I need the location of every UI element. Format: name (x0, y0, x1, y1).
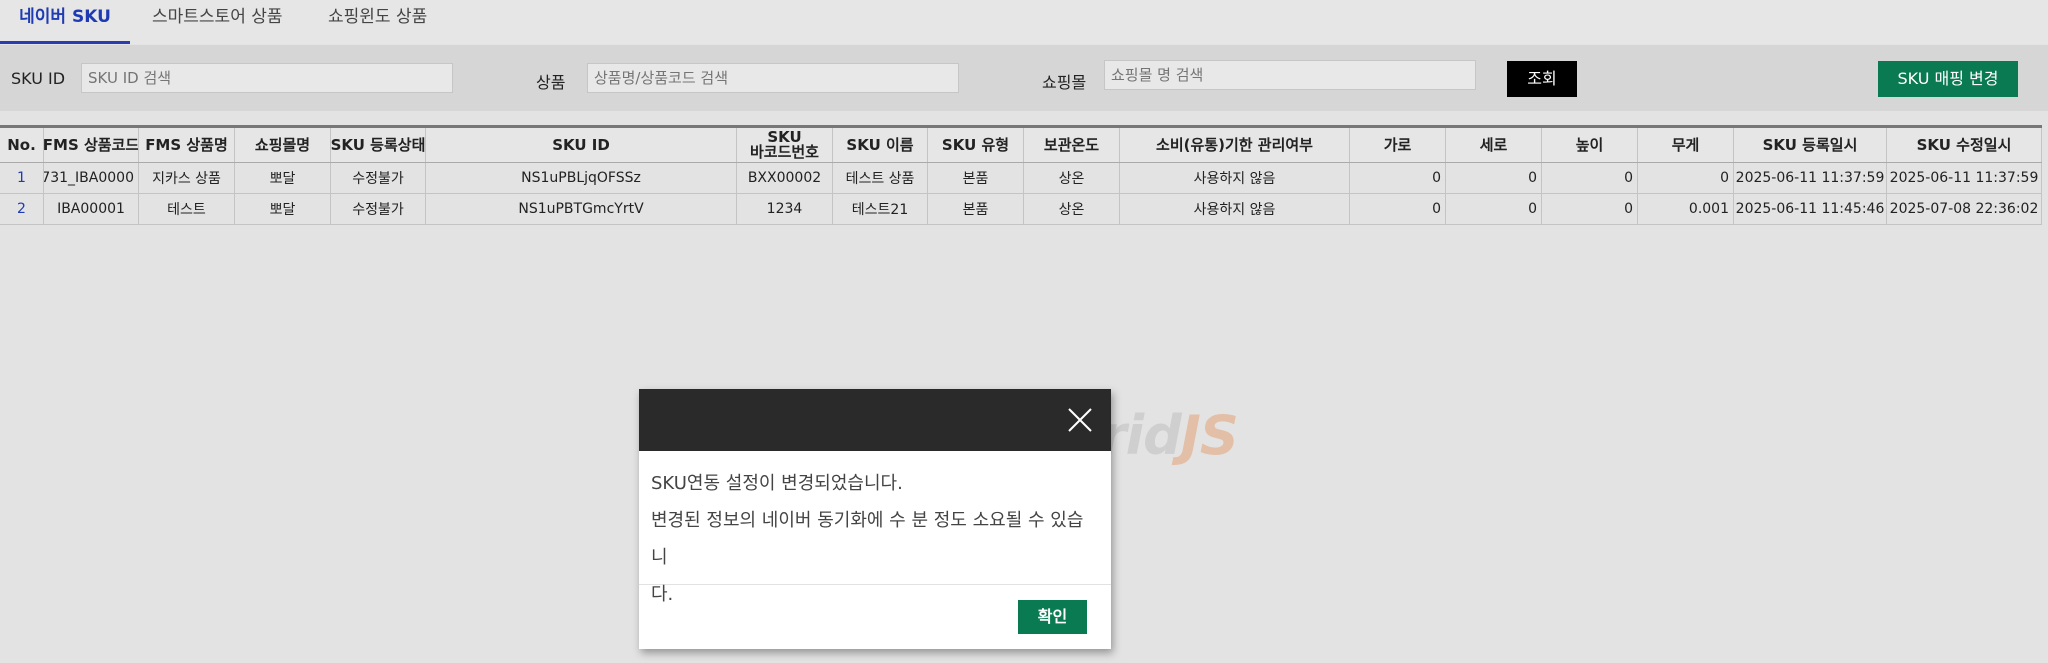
modified-at-cell: 2025-07-08 22:36:02 (1887, 194, 2042, 224)
sku-status-cell: 수정불가 (331, 194, 426, 224)
depth-cell: 0 (1446, 194, 1542, 224)
header-height[interactable]: 높이 (1542, 128, 1638, 162)
sku-status-cell: 수정불가 (331, 163, 426, 193)
watermark-logo: ridJS (1100, 404, 1239, 467)
width-cell: 0 (1350, 194, 1446, 224)
sku-mapping-button[interactable]: SKU 매핑 변경 (1878, 61, 2018, 97)
tab-smartstore-product[interactable]: 스마트스토어 상품 (152, 0, 283, 44)
grid-header: No. FMS 상품코드 FMS 상품명 쇼핑몰명 SKU 등록상태 SKU I… (0, 125, 2042, 163)
mall-name-cell: 뽀달 (235, 163, 331, 193)
header-mall-name[interactable]: 쇼핑몰명 (235, 128, 331, 162)
close-icon[interactable] (1067, 407, 1093, 433)
weight-cell: 0.001 (1638, 194, 1734, 224)
sku-barcode-cell: 1234 (737, 194, 833, 224)
header-storage-temp[interactable]: 보관온도 (1024, 128, 1120, 162)
fms-name-cell: 테스트 (139, 194, 235, 224)
product-input[interactable] (587, 63, 959, 93)
tab-shopping-window-product[interactable]: 쇼핑윈도 상품 (328, 0, 427, 44)
height-cell: 0 (1542, 163, 1638, 193)
watermark-suffix: JS (1180, 404, 1239, 467)
expiry-mgmt-cell: 사용하지 않음 (1120, 194, 1350, 224)
sku-grid: No. FMS 상품코드 FMS 상품명 쇼핑몰명 SKU 등록상태 SKU I… (0, 125, 2042, 225)
fms-code-cell: 40731_IBA0000 (44, 163, 139, 193)
header-width[interactable]: 가로 (1350, 128, 1446, 162)
header-fms-name[interactable]: FMS 상품명 (139, 128, 235, 162)
height-cell: 0 (1542, 194, 1638, 224)
search-button[interactable]: 조회 (1507, 61, 1577, 97)
tab-bar: 네이버 SKU 스마트스토어 상품 쇼핑윈도 상품 (0, 0, 2048, 44)
expiry-mgmt-cell: 사용하지 않음 (1120, 163, 1350, 193)
header-sku-type[interactable]: SKU 유형 (928, 128, 1024, 162)
sku-type-cell: 본품 (928, 163, 1024, 193)
registered-at-cell: 2025-06-11 11:37:59 (1734, 163, 1887, 193)
storage-temp-cell: 상온 (1024, 194, 1120, 224)
header-expiry-mgmt[interactable]: 소비(유통)기한 관리여부 (1120, 128, 1350, 162)
dialog-header (639, 389, 1111, 451)
mall-name-cell: 뽀달 (235, 194, 331, 224)
dialog-message-line2: 변경된 정보의 네이버 동기화에 수 분 정도 소요될 수 있습니 (651, 510, 1084, 568)
weight-cell: 0 (1638, 163, 1734, 193)
confirm-button[interactable]: 확인 (1018, 600, 1087, 634)
dialog-message-line1: SKU연동 설정이 변경되었습니다. (651, 473, 903, 494)
sku-id-label: SKU ID (11, 69, 66, 88)
mall-input[interactable] (1104, 60, 1476, 90)
modified-at-cell: 2025-06-11 11:37:59 (1887, 163, 2042, 193)
sku-type-cell: 본품 (928, 194, 1024, 224)
fms-name-cell: 지카스 상품 (139, 163, 235, 193)
mall-label: 쇼핑몰 (1042, 73, 1087, 92)
header-sku-name[interactable]: SKU 이름 (833, 128, 928, 162)
header-fms-code[interactable]: FMS 상품코드 (44, 128, 139, 162)
header-sku-status[interactable]: SKU 등록상태 (331, 128, 426, 162)
sku-id-cell: NS1uPBTGmcYrtV (426, 194, 737, 224)
width-cell: 0 (1350, 163, 1446, 193)
fms-code-cell: IBA00001 (44, 194, 139, 224)
confirm-dialog: SKU연동 설정이 변경되었습니다. 변경된 정보의 네이버 동기화에 수 분 … (639, 389, 1111, 649)
sku-name-cell: 테스트 상품 (833, 163, 928, 193)
row-no: 2 (0, 194, 44, 224)
header-no[interactable]: No. (0, 128, 44, 162)
tab-naver-sku[interactable]: 네이버 SKU (0, 0, 130, 44)
dialog-body: SKU연동 설정이 변경되었습니다. 변경된 정보의 네이버 동기화에 수 분 … (639, 451, 1111, 605)
header-sku-id[interactable]: SKU ID (426, 128, 737, 162)
header-weight[interactable]: 무게 (1638, 128, 1734, 162)
sku-id-input[interactable] (81, 63, 453, 93)
storage-temp-cell: 상온 (1024, 163, 1120, 193)
header-registered-at[interactable]: SKU 등록일시 (1734, 128, 1887, 162)
header-depth[interactable]: 세로 (1446, 128, 1542, 162)
sku-name-cell: 테스트21 (833, 194, 928, 224)
table-row[interactable]: 2 IBA00001 테스트 뽀달 수정불가 NS1uPBTGmcYrtV 12… (0, 194, 2042, 225)
registered-at-cell: 2025-06-11 11:45:46 (1734, 194, 1887, 224)
sku-id-cell: NS1uPBLjqOFSSz (426, 163, 737, 193)
header-sku-barcode[interactable]: SKU 바코드번호 (737, 128, 833, 162)
depth-cell: 0 (1446, 163, 1542, 193)
row-no: 1 (0, 163, 44, 193)
sku-barcode-cell: BXX00002 (737, 163, 833, 193)
header-modified-at[interactable]: SKU 수정일시 (1887, 128, 2042, 162)
table-row[interactable]: 1 40731_IBA0000 지카스 상품 뽀달 수정불가 NS1uPBLjq… (0, 163, 2042, 194)
product-label: 상품 (536, 73, 566, 92)
search-bar: SKU ID 상품 쇼핑몰 조회 SKU 매핑 변경 (0, 45, 2048, 111)
watermark-prefix: rid (1100, 404, 1182, 467)
